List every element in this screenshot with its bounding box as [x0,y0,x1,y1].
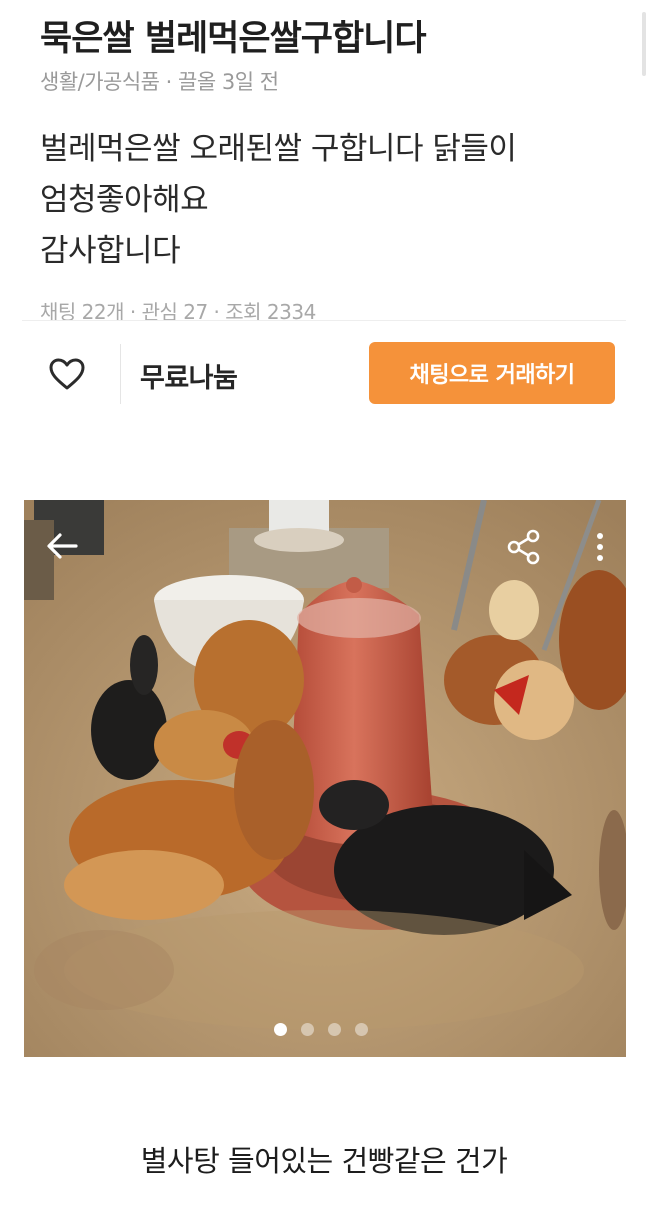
post-meta: 생활/가공식품 · 끌올 3일 전 [40,70,279,94]
share-icon [507,529,540,565]
divider [22,320,626,321]
arrow-left-icon [47,533,78,559]
carousel-dot[interactable] [355,1023,368,1036]
action-bar: 무료나눔 채팅으로 거래하기 [0,334,648,414]
chickens-feeding-photo [24,500,626,1057]
share-button[interactable] [504,528,544,566]
more-vertical-icon [597,533,603,561]
product-photo[interactable] [24,500,626,1057]
caption-text: 별사탕 들어있는 건빵같은 건가 [140,1144,508,1178]
post-body-line: 벌레먹은쌀 오래된쌀 구합니다 닭들이 [40,131,517,167]
scrollbar[interactable] [642,12,646,76]
carousel-dot[interactable] [301,1023,314,1036]
post-body-line: 엄청좋아해요 [40,182,209,218]
heart-icon [49,358,85,390]
price-label: 무료나눔 [140,363,238,394]
chat-trade-button[interactable]: 채팅으로 거래하기 [369,342,615,404]
separator [120,344,121,404]
back-button[interactable] [42,528,82,564]
like-button[interactable] [44,352,90,396]
carousel-dot[interactable] [328,1023,341,1036]
carousel-indicator [274,1023,368,1036]
carousel-dot[interactable] [274,1023,287,1036]
post-body: 벌레먹은쌀 오래된쌀 구합니다 닭들이 엄청좋아해요 감사합니다 [40,124,517,277]
post-stats: 채팅 22개 · 관심 27 · 조회 2334 [40,300,316,320]
post-title: 묵은쌀 벌레먹은쌀구합니다 [40,19,427,59]
post-body-line: 감사합니다 [40,233,181,269]
more-options-button[interactable] [590,528,610,566]
